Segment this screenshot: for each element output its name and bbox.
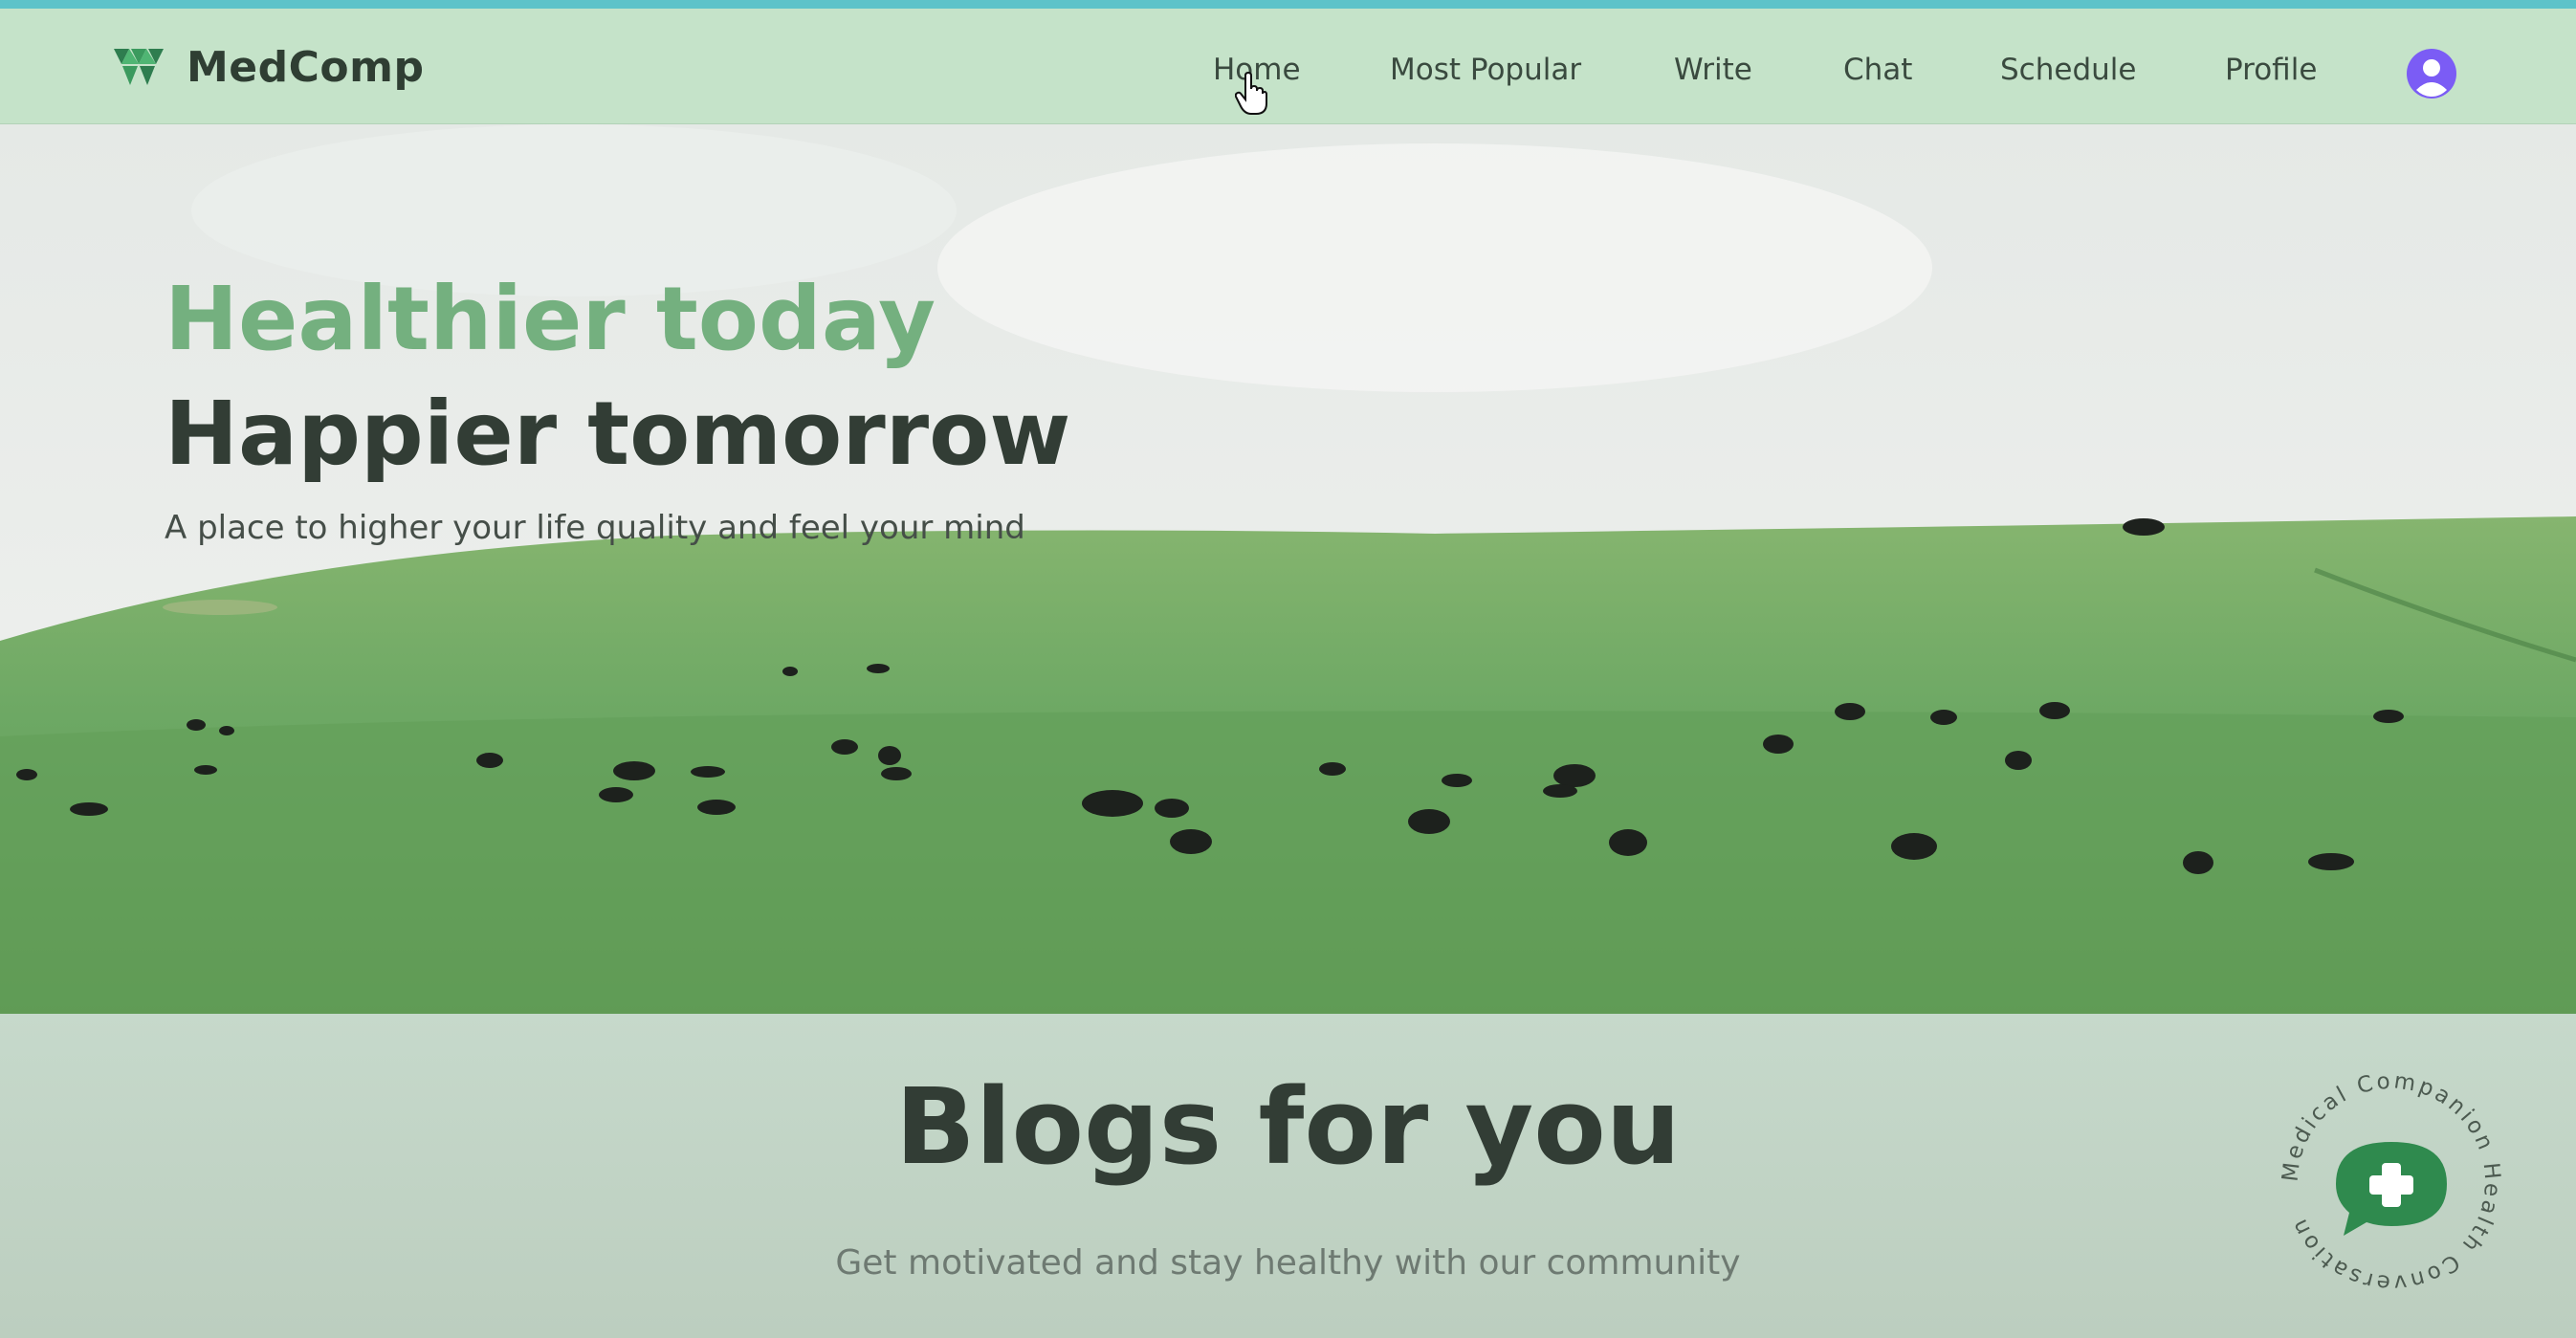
blogs-subtitle: Get motivated and stay healthy with our … [835,1243,1741,1283]
hand-pointer-cursor-icon [1235,72,1267,115]
hero-subtitle: A place to higher your life quality and … [165,509,1025,547]
pasture-landscape-image [0,124,2576,1014]
brand-name: MedComp [187,42,425,92]
top-accent-stripe [0,0,2576,9]
nav-most-popular[interactable]: Most Popular [1390,53,1581,87]
nav-chat[interactable]: Chat [1843,53,1912,87]
hero-title-line1: Healthier today [165,268,936,370]
brand-logo[interactable]: MedComp [112,41,425,93]
navbar: MedComp Home Most Popular Write Chat Sch… [0,9,2576,124]
hero-banner: Healthier today Happier tomorrow A place… [0,124,2576,1014]
user-avatar-icon [2407,49,2456,99]
blogs-section: Blogs for you Get motivated and stay hea… [0,1014,2576,1338]
user-avatar-button[interactable] [2406,48,2457,99]
nav-profile[interactable]: Profile [2225,53,2317,87]
health-chat-button[interactable]: Medical Companion Health Conversation [2277,1067,2506,1297]
chat-plus-icon: Medical Companion Health Conversation [2278,1068,2501,1295]
nav-write[interactable]: Write [1674,53,1752,87]
nav-schedule[interactable]: Schedule [2000,53,2136,87]
medcomp-logo-icon [114,49,164,85]
hero-title-line2: Happier tomorrow [165,383,1071,485]
blogs-title: Blogs for you [894,1065,1682,1188]
